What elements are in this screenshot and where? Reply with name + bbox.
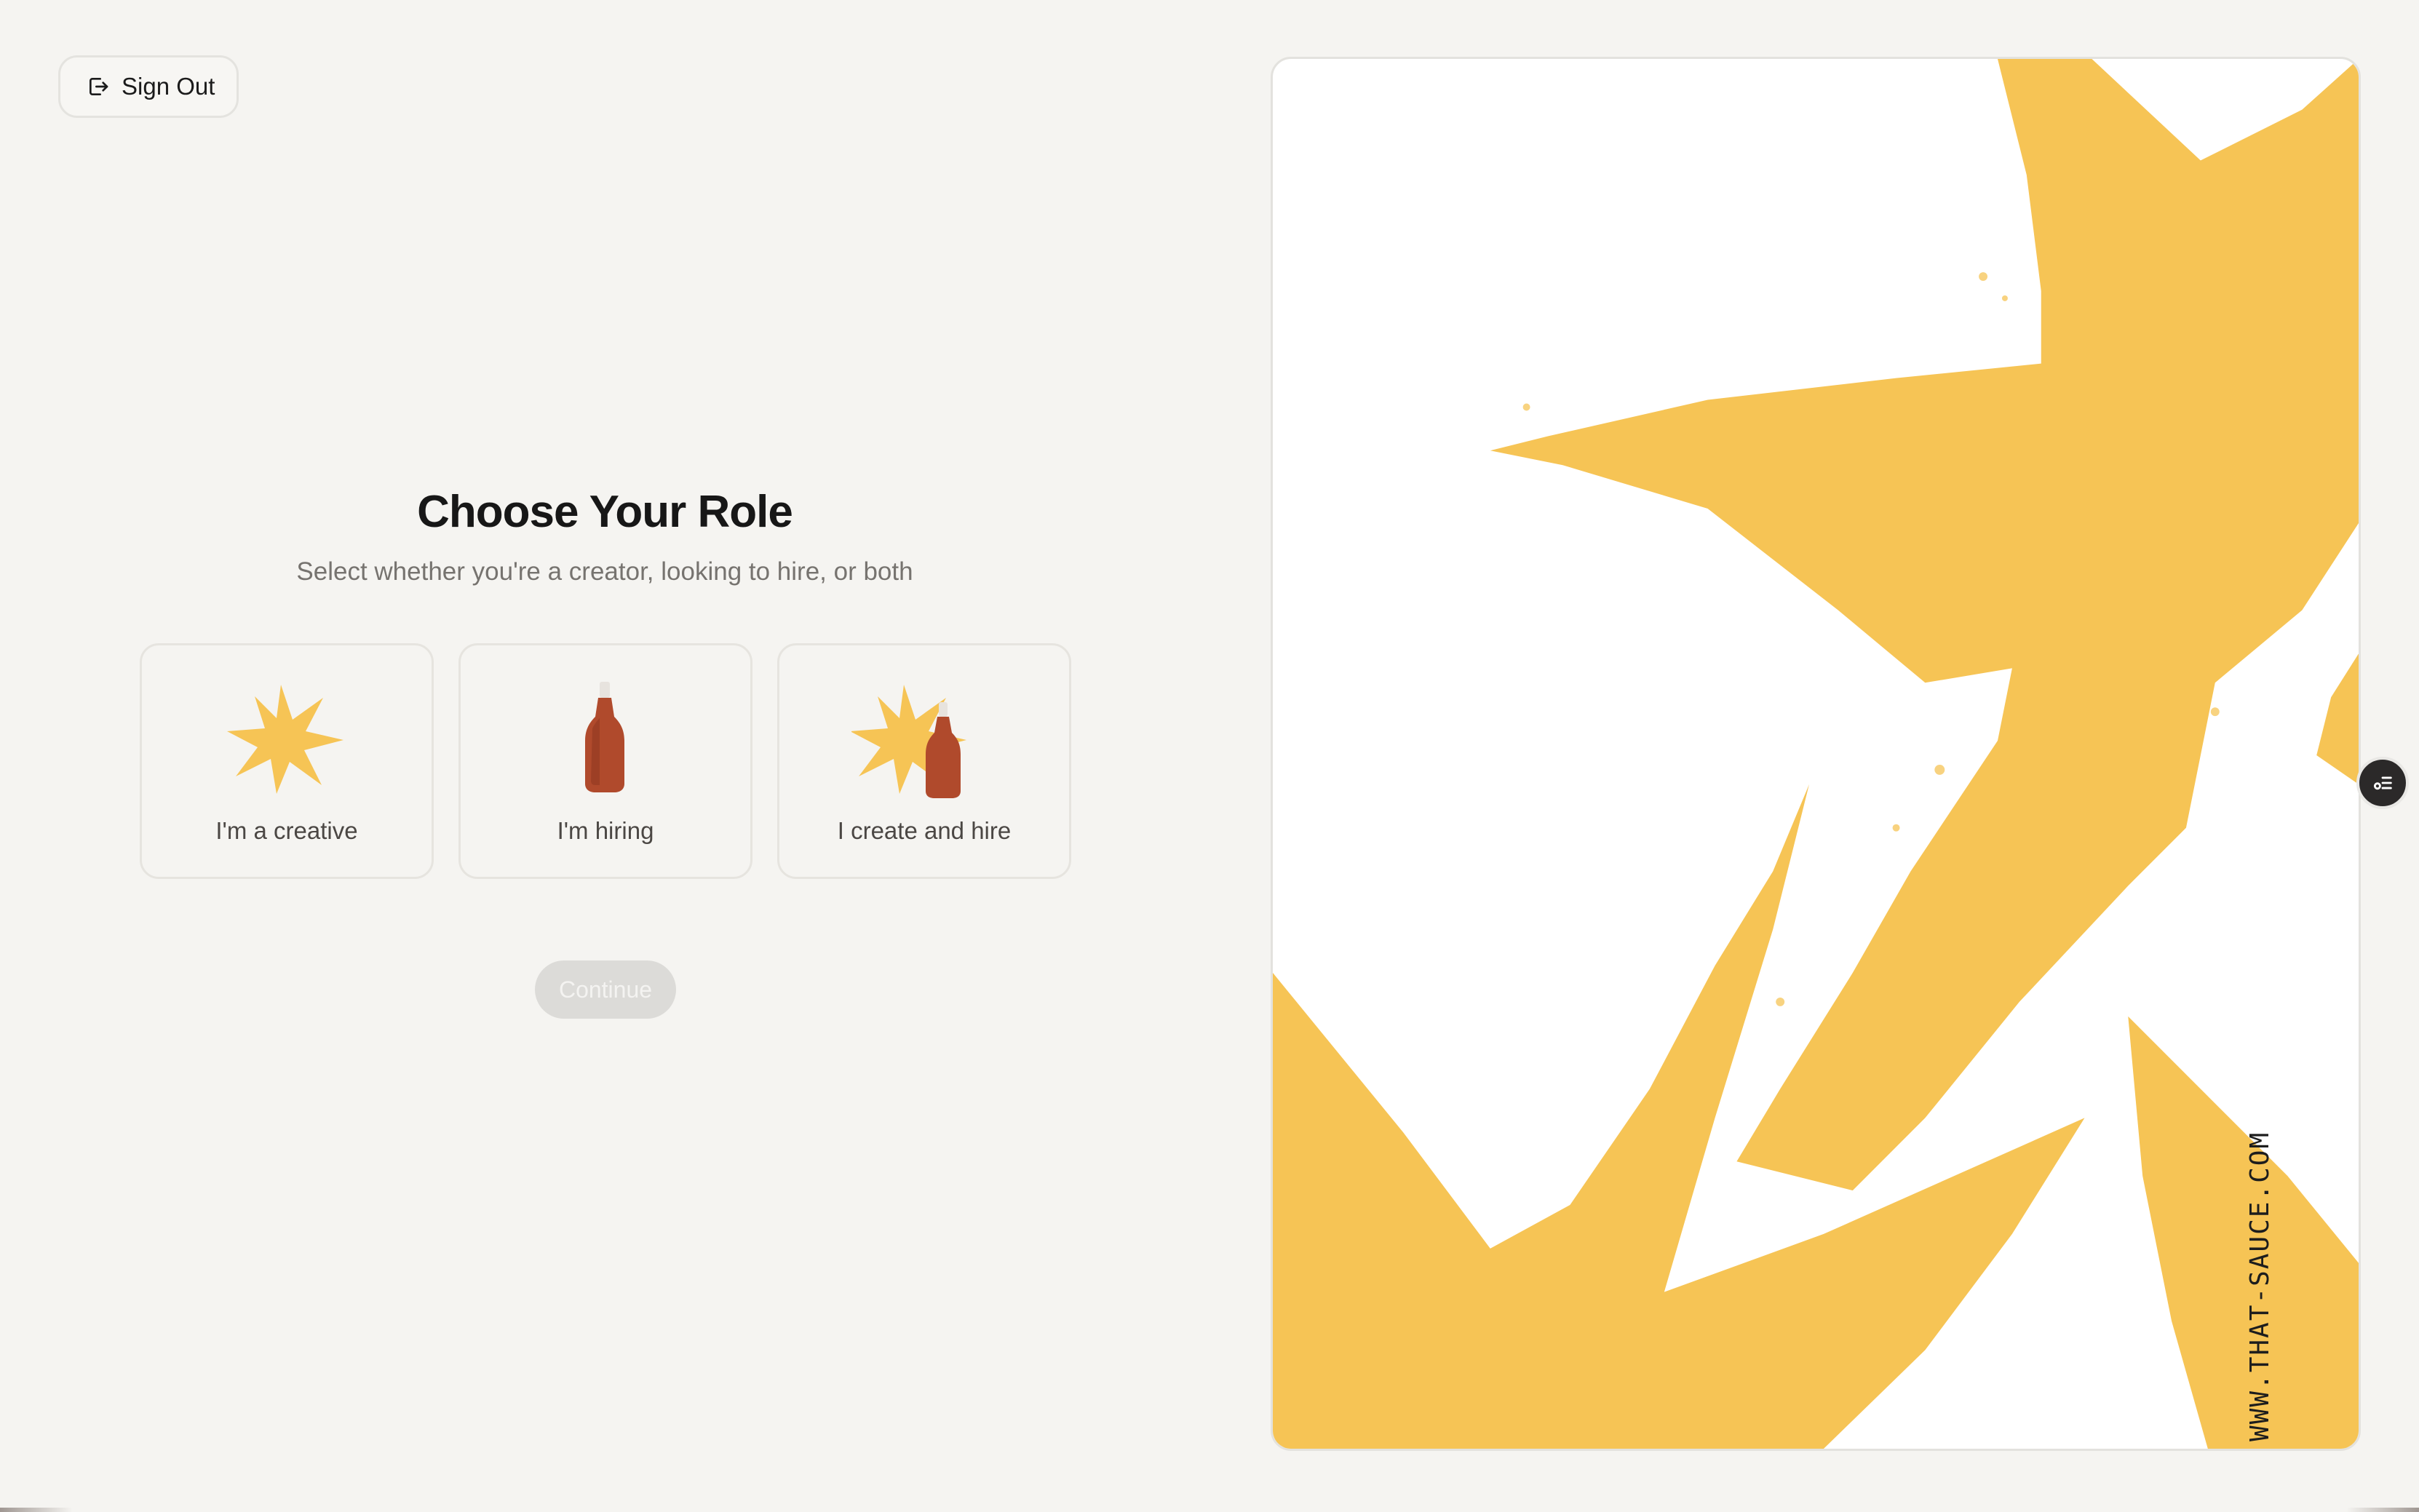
sign-out-button[interactable]: Sign Out xyxy=(58,55,239,118)
role-label: I create and hire xyxy=(837,817,1012,844)
role-selection-page: Sign Out Choose Your Role Select whether… xyxy=(0,0,2419,1512)
hero-artwork: WWW.THAT-SAUCE.COM xyxy=(1271,57,2361,1451)
star-burst-icon xyxy=(214,677,360,801)
yellow-stars-artwork xyxy=(1273,59,2359,1449)
role-card-creative[interactable]: I'm a creative xyxy=(140,643,434,879)
role-card-hiring[interactable]: I'm hiring xyxy=(458,643,752,879)
list-settings-icon xyxy=(2373,776,2392,790)
page-subtitle: Select whether you're a creator, looking… xyxy=(296,557,913,586)
star-and-bottle-icon xyxy=(851,677,997,801)
window-edge xyxy=(0,1508,2419,1512)
page-title: Choose Your Role xyxy=(417,487,793,537)
sign-out-label: Sign Out xyxy=(122,73,215,100)
continue-button[interactable]: Continue xyxy=(535,960,676,1019)
role-options: I'm a creative I'm hiring I create and h… xyxy=(140,643,1071,879)
side-panel-toggle[interactable] xyxy=(2356,757,2409,809)
role-label: I'm a creative xyxy=(215,817,358,844)
role-label: I'm hiring xyxy=(557,817,654,844)
sign-out-icon xyxy=(90,78,108,95)
role-card-create-and-hire[interactable]: I create and hire xyxy=(777,643,1071,879)
sauce-bottle-icon xyxy=(533,677,678,801)
brand-url: WWW.THAT-SAUCE.COM xyxy=(2245,1131,2275,1441)
